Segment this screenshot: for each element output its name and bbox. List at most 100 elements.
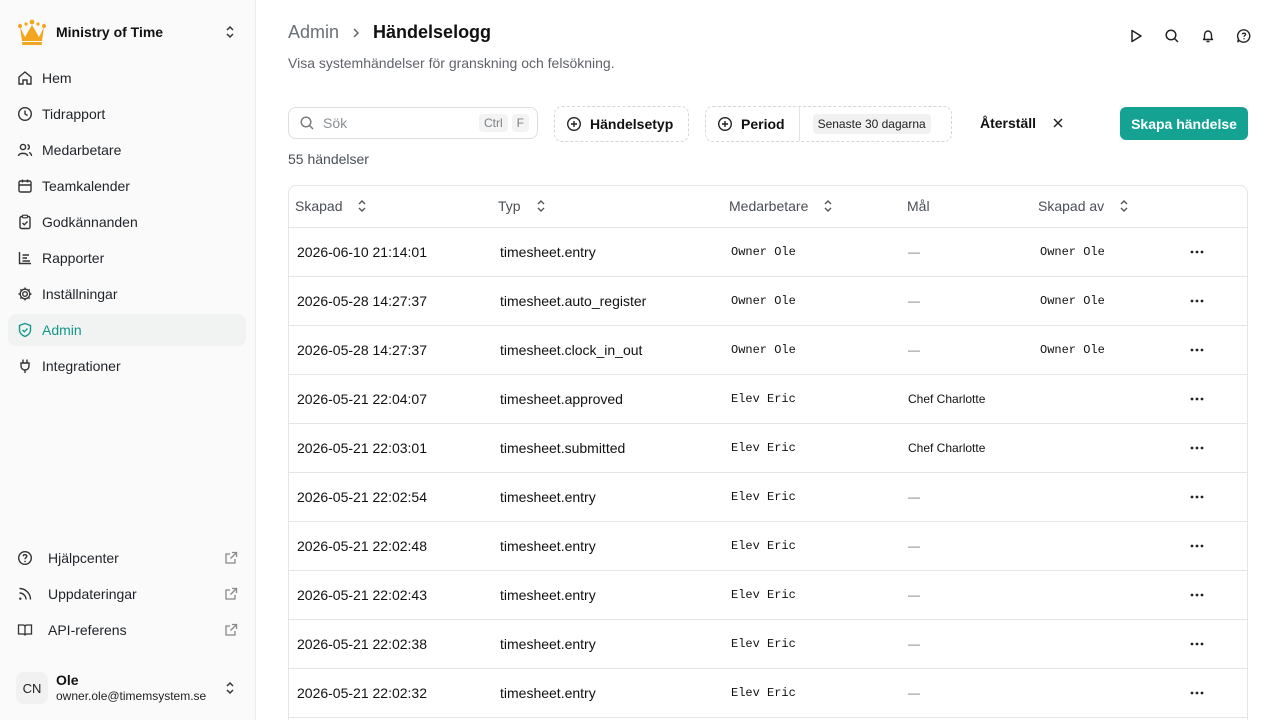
play-icon[interactable] (1124, 24, 1148, 48)
cell-employee: Elev Eric (723, 472, 901, 522)
cell-created: 2026-05-21 22:02:48 (289, 521, 492, 571)
cell-target: — (901, 472, 1027, 522)
cell-created-by (1027, 423, 1187, 473)
user-info: Ole owner.ole@timemsystem.se (56, 672, 212, 704)
calendar-icon (17, 178, 33, 194)
sidebar-item-admin[interactable]: Admin (8, 314, 246, 346)
column-header-type[interactable]: Typ (492, 186, 723, 228)
crown-logo-icon (16, 16, 48, 48)
table-row[interactable]: 2026-05-21 22:02:43 timesheet.entry Elev E… (289, 570, 1247, 620)
main-content: Admin Händelselogg Visa systemhändelser … (256, 0, 1280, 720)
kbd-ctrl: Ctrl (478, 114, 508, 132)
rss-icon (17, 586, 33, 602)
more-horizontal-icon[interactable] (1189, 342, 1205, 358)
more-horizontal-icon[interactable] (1189, 489, 1205, 505)
more-horizontal-icon[interactable] (1189, 587, 1205, 603)
more-horizontal-icon[interactable] (1189, 244, 1205, 260)
table-row[interactable]: 2026-06-10 21:14:01 timesheet.entry Owner … (289, 227, 1247, 277)
bell-icon[interactable] (1196, 24, 1220, 48)
search-box[interactable]: Ctrl F (288, 107, 538, 139)
table-row[interactable]: 2026-05-21 22:02:38 timesheet.entry Elev E… (289, 619, 1247, 669)
cell-created: 2026-05-28 14:27:37 (289, 276, 492, 326)
external-link-icon (224, 551, 238, 565)
cell-employee: Elev Eric (723, 619, 901, 669)
close-icon[interactable] (1050, 115, 1066, 131)
event-type-filter-button[interactable]: Händelsetyp (554, 106, 689, 142)
cell-created-by: Owner Ole (1027, 227, 1187, 277)
cell-created-by: Owner Ole (1027, 325, 1187, 375)
cell-employee: Owner Ole (723, 276, 901, 326)
more-horizontal-icon[interactable] (1189, 391, 1205, 407)
create-event-button[interactable]: Skapa händelse (1120, 107, 1248, 140)
table-row[interactable]: 2026-05-28 14:27:37 timesheet.clock_in_ou… (289, 325, 1247, 375)
reset-filters-button[interactable]: Återställ (980, 115, 1036, 131)
more-horizontal-icon[interactable] (1189, 293, 1205, 309)
sidebar-item-installningar[interactable]: Inställningar (8, 278, 246, 310)
sort-icon (356, 199, 368, 213)
sidebar-item-label: Godkännanden (42, 214, 138, 230)
search-icon[interactable] (1160, 24, 1184, 48)
more-horizontal-icon[interactable] (1189, 636, 1205, 652)
sidebar-item-godkannanden[interactable]: Godkännanden (8, 206, 246, 238)
cell-actions (1187, 619, 1247, 669)
table-row[interactable]: 2026-05-28 14:27:37 timesheet.auto_regist… (289, 276, 1247, 326)
cell-created: 2026-05-21 22:02:43 (289, 570, 492, 620)
table-row[interactable]: 2026-05-21 22:03:01 timesheet.submitted El… (289, 423, 1247, 473)
cell-target: — (901, 325, 1027, 375)
cell-target: — (901, 570, 1027, 620)
help-chat-icon[interactable] (1232, 24, 1256, 48)
more-horizontal-icon[interactable] (1189, 440, 1205, 456)
sidebar-item-tidrapport[interactable]: Tidrapport (8, 98, 246, 130)
breadcrumb-admin-link[interactable]: Admin (288, 22, 339, 43)
home-icon (17, 70, 33, 86)
divider (798, 107, 800, 141)
period-value-badge: Senaste 30 dagarna (812, 114, 931, 134)
column-header-target: Mål (901, 186, 1027, 228)
event-count: 55 händelser (288, 151, 369, 167)
cell-employee: Owner Ole (723, 227, 901, 277)
period-filter-button[interactable]: Period Senaste 30 dagarna (705, 106, 952, 142)
cell-type: timesheet.entry (492, 668, 723, 718)
sidebar-item-label: API-referens (48, 622, 127, 638)
clipboard-check-icon (17, 214, 33, 230)
cell-created-by (1027, 619, 1187, 669)
sidebar-item-hem[interactable]: Hem (8, 62, 246, 94)
table-row[interactable]: 2026-05-21 22:02:32 timesheet.entry Elev E… (289, 668, 1247, 718)
column-header-created[interactable]: Skapad (289, 186, 492, 228)
sidebar-item-medarbetare[interactable]: Medarbetare (8, 134, 246, 166)
more-horizontal-icon[interactable] (1189, 538, 1205, 554)
cell-type: timesheet.entry (492, 570, 723, 620)
cell-target: — (901, 276, 1027, 326)
cell-type: timesheet.submitted (492, 423, 723, 473)
more-horizontal-icon[interactable] (1189, 685, 1205, 701)
header-actions (1112, 24, 1256, 48)
user-email: owner.ole@timemsystem.se (56, 689, 207, 703)
cell-employee: Elev Eric (723, 668, 901, 718)
sidebar-item-label: Hjälpcenter (48, 550, 119, 566)
column-header-created-by[interactable]: Skapad av (1027, 186, 1187, 228)
sidebar-item-teamkalender[interactable]: Teamkalender (8, 170, 246, 202)
cell-type: timesheet.entry (492, 472, 723, 522)
sidebar-item-integrationer[interactable]: Integrationer (8, 350, 246, 382)
sidebar-item-hjalpcenter[interactable]: Hjälpcenter (8, 542, 246, 574)
org-switcher[interactable]: Ministry of Time (16, 16, 244, 48)
external-link-icon (224, 623, 238, 637)
user-menu[interactable]: CN Ole owner.ole@timemsystem.se (16, 668, 244, 708)
cell-actions (1187, 668, 1247, 718)
cell-target: Chef Charlotte (901, 374, 1027, 424)
cell-created: 2026-05-21 22:03:01 (289, 423, 492, 473)
table-row[interactable]: 2026-05-21 22:04:07 timesheet.approved Ele… (289, 374, 1247, 424)
cell-created-by (1027, 668, 1187, 718)
column-label: Skapad av (1038, 198, 1105, 215)
column-label: Mål (907, 198, 930, 215)
cell-actions (1187, 276, 1247, 326)
sidebar-item-api-referens[interactable]: API-referens (8, 614, 246, 646)
column-header-employee[interactable]: Medarbetare (723, 186, 901, 228)
sidebar-item-label: Uppdateringar (48, 586, 137, 602)
table-row[interactable]: 2026-05-21 22:02:54 timesheet.entry Elev E… (289, 472, 1247, 522)
sidebar-item-uppdateringar[interactable]: Uppdateringar (8, 578, 246, 610)
page-title: Händelselogg (373, 22, 492, 42)
table-row[interactable]: 2026-05-21 22:02:48 timesheet.entry Elev E… (289, 521, 1247, 571)
search-input[interactable] (323, 115, 463, 131)
sidebar-item-rapporter[interactable]: Rapporter (8, 242, 246, 274)
